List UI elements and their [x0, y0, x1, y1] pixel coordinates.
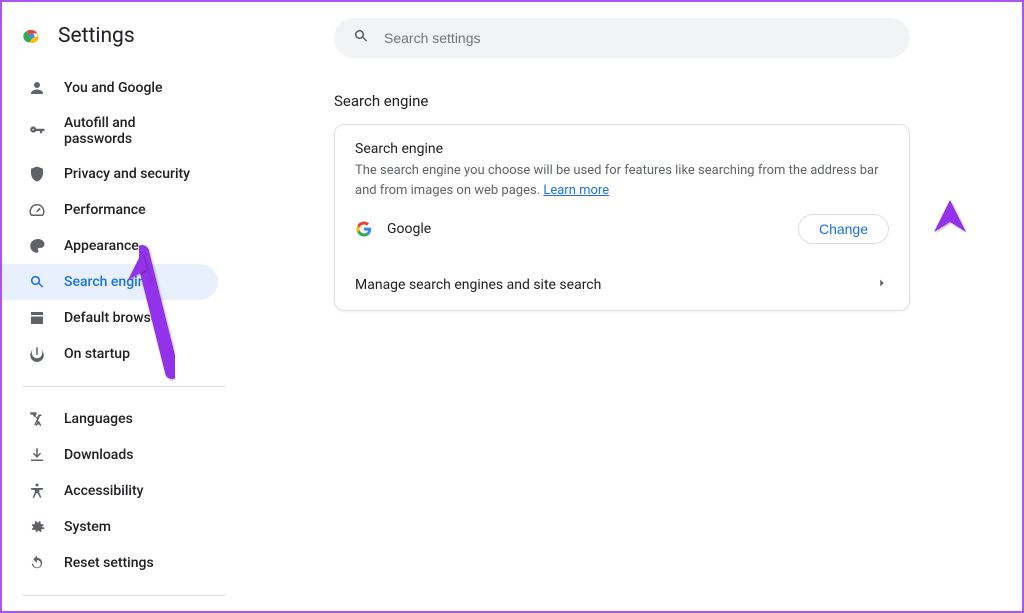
browser-icon [28, 309, 46, 327]
sidebar-item-label: Reset settings [64, 555, 154, 571]
sidebar-item-languages[interactable]: Languages [2, 401, 218, 437]
chrome-logo-icon [22, 26, 42, 46]
speedometer-icon [28, 201, 46, 219]
sidebar-item-label: Privacy and security [64, 166, 190, 182]
sidebar-item-default-browser[interactable]: Default browser [2, 300, 218, 336]
nav-divider [22, 386, 226, 387]
shield-icon [28, 165, 46, 183]
sidebar-item-performance[interactable]: Performance [2, 192, 218, 228]
translate-icon [28, 410, 46, 428]
sidebar-item-label: Search engine [64, 274, 153, 290]
nav-list-main: You and Google Autofill and passwords Pr… [2, 64, 242, 378]
accessibility-icon [28, 482, 46, 500]
sidebar-item-label: Default browser [64, 310, 163, 326]
google-icon [355, 220, 373, 238]
sidebar-item-downloads[interactable]: Downloads [2, 437, 218, 473]
change-button[interactable]: Change [798, 214, 889, 244]
reset-icon [28, 554, 46, 572]
card-desc-text: The search engine you choose will be use… [355, 163, 879, 198]
sidebar-item-label: Autofill and passwords [64, 115, 198, 147]
nav-list-footer: Extensions About Chrome [2, 604, 242, 611]
sidebar-item-you-and-google[interactable]: You and Google [2, 70, 218, 106]
main-content: Search engine Search engine The search e… [242, 2, 1022, 611]
learn-more-link[interactable]: Learn more [543, 183, 609, 198]
nav-list-secondary: Languages Downloads Accessibility System… [2, 395, 242, 587]
sidebar: Settings You and Google Autofill and pas… [2, 2, 242, 611]
sidebar-item-system[interactable]: System [2, 509, 218, 545]
search-icon [352, 27, 370, 49]
card-title: Search engine [355, 141, 889, 157]
search-input[interactable] [384, 30, 892, 46]
sidebar-item-label: Performance [64, 202, 146, 218]
sidebar-item-label: On startup [64, 346, 130, 362]
sidebar-item-reset[interactable]: Reset settings [2, 545, 218, 581]
sidebar-item-label: Accessibility [64, 483, 143, 499]
key-icon [28, 122, 46, 140]
sidebar-item-privacy[interactable]: Privacy and security [2, 156, 218, 192]
system-icon [28, 518, 46, 536]
card-description: The search engine you choose will be use… [355, 161, 889, 200]
current-engine-label: Google [387, 221, 431, 237]
sidebar-item-extensions[interactable]: Extensions [2, 610, 218, 611]
person-icon [28, 79, 46, 97]
page-title: Settings [58, 24, 135, 48]
manage-label: Manage search engines and site search [355, 277, 601, 293]
sidebar-item-autofill[interactable]: Autofill and passwords [2, 106, 218, 156]
sidebar-item-appearance[interactable]: Appearance [2, 228, 218, 264]
sidebar-item-label: You and Google [64, 80, 162, 96]
sidebar-item-label: System [64, 519, 111, 535]
nav-divider [22, 595, 226, 596]
sidebar-item-on-startup[interactable]: On startup [2, 336, 218, 372]
search-icon [28, 273, 46, 291]
search-engine-card: Search engine The search engine you choo… [334, 124, 910, 311]
sidebar-header: Settings [2, 16, 242, 64]
sidebar-item-search-engine[interactable]: Search engine [2, 264, 218, 300]
search-bar[interactable] [334, 18, 910, 58]
sidebar-item-accessibility[interactable]: Accessibility [2, 473, 218, 509]
chevron-right-icon [875, 276, 889, 294]
manage-search-engines-row[interactable]: Manage search engines and site search [335, 260, 909, 310]
download-icon [28, 446, 46, 464]
palette-icon [28, 237, 46, 255]
sidebar-item-label: Languages [64, 411, 133, 427]
sidebar-item-label: Downloads [64, 447, 133, 463]
power-icon [28, 345, 46, 363]
sidebar-item-label: Appearance [64, 238, 139, 254]
section-title: Search engine [334, 92, 910, 110]
